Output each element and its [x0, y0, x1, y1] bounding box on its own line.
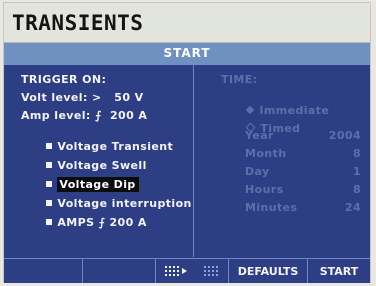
trigger-option-label: AMPS ⨍ 200 A: [57, 216, 147, 229]
time-field-value[interactable]: 8: [305, 183, 361, 196]
softkey-bar: DEFAULTS START: [4, 258, 370, 283]
section-header: START: [4, 43, 370, 65]
instrument-screen: TRANSIENTS START TRIGGER ON: Volt level:…: [3, 2, 371, 283]
time-field-label: Hours: [245, 183, 284, 196]
time-field-label: Year: [245, 129, 274, 142]
defaults-button[interactable]: DEFAULTS: [229, 259, 308, 283]
list-grid-icon: [204, 266, 218, 276]
time-field-value[interactable]: 1: [305, 165, 361, 178]
amp-level-field[interactable]: Amp level: ⨍ 200 A: [21, 109, 147, 122]
trigger-panel: TRIGGER ON: Volt level: > 50 V Amp level…: [4, 65, 194, 257]
time-field-label: Minutes: [245, 201, 298, 214]
time-field-label: Day: [245, 165, 270, 178]
softkey-f2[interactable]: [83, 259, 156, 283]
softkey-f1[interactable]: [4, 259, 83, 283]
section-header-label: START: [163, 46, 211, 60]
scroll-down-key[interactable]: [156, 259, 196, 283]
scroll-up-key[interactable]: [196, 259, 229, 283]
time-field-value[interactable]: 8: [305, 147, 361, 160]
time-field-value[interactable]: 24: [305, 201, 361, 214]
trigger-option-amps[interactable]: AMPS ⨍ 200 A: [21, 203, 147, 242]
time-heading: TIME:: [221, 73, 258, 86]
time-field-label: Month: [245, 147, 287, 160]
start-button[interactable]: START: [308, 259, 370, 283]
title-bar: TRANSIENTS: [4, 3, 370, 43]
time-panel: TIME: Immediate Timed Year 2004 Month 8 …: [195, 65, 370, 257]
time-field-value[interactable]: 2004: [305, 129, 361, 142]
list-scroll-icon: [165, 266, 187, 276]
trigger-heading: TRIGGER ON:: [21, 73, 107, 86]
volt-level-field[interactable]: Volt level: > 50 V: [21, 91, 144, 104]
page-title: TRANSIENTS: [12, 11, 144, 35]
checkbox-icon: [46, 219, 53, 225]
